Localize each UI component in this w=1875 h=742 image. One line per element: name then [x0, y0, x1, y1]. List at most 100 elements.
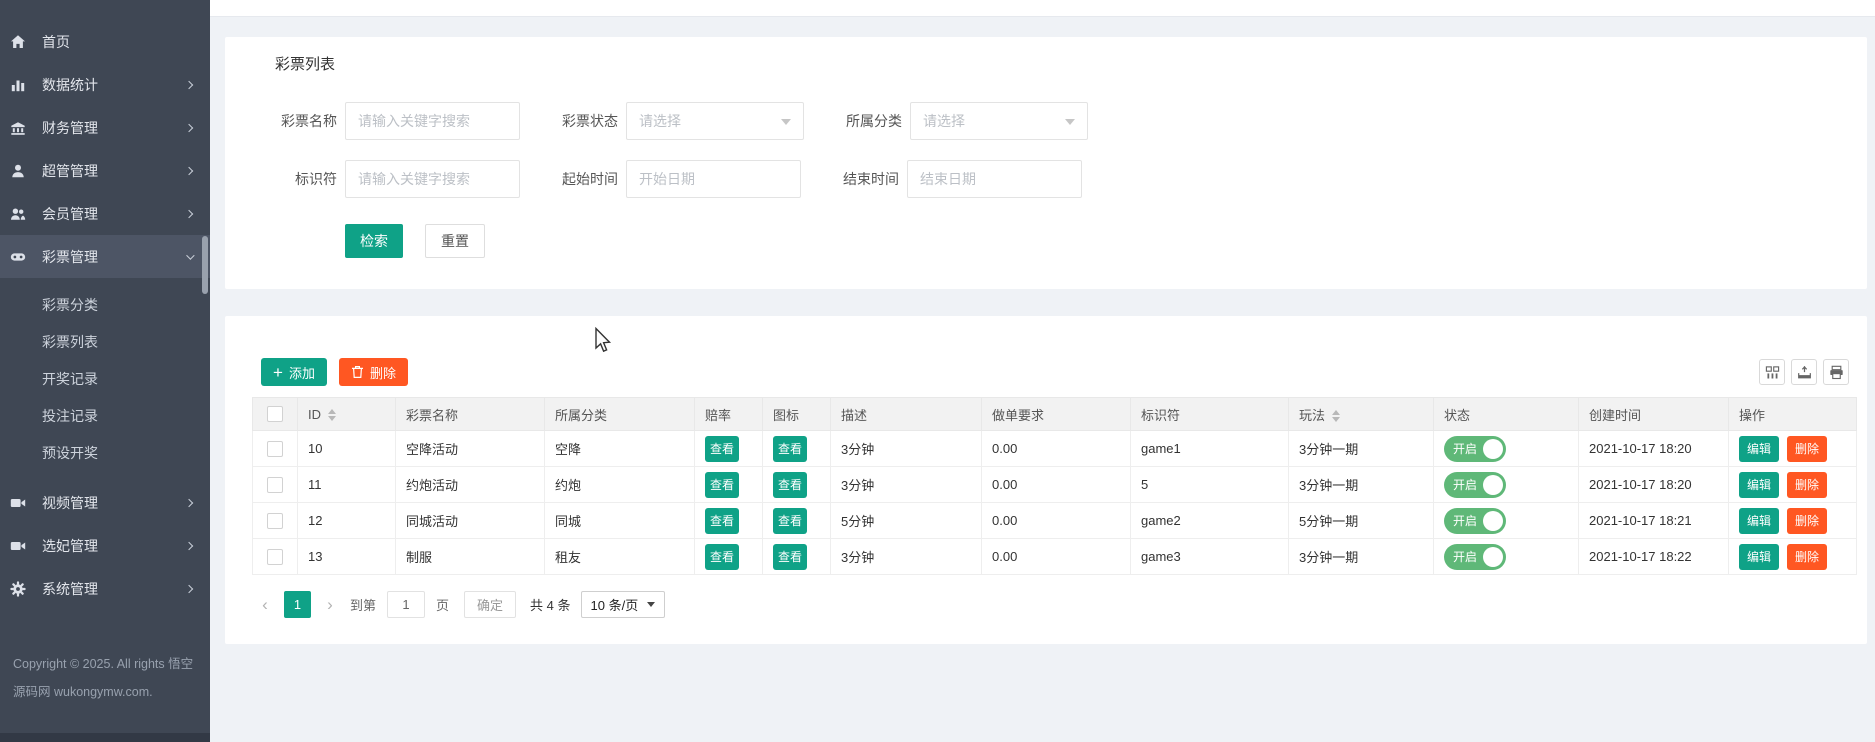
edit-button[interactable]: 编辑: [1739, 472, 1779, 498]
sidebar-item-8[interactable]: 系统管理: [0, 567, 210, 610]
column-header: 玩法: [1289, 398, 1434, 431]
sidebar-item-label: 财务管理: [42, 118, 98, 138]
status-toggle[interactable]: 开启: [1444, 436, 1506, 462]
edit-button[interactable]: 编辑: [1739, 544, 1779, 570]
gear-icon: [10, 581, 26, 597]
row-checkbox[interactable]: [267, 513, 283, 529]
sidebar-subitem-5-3[interactable]: 投注记录: [0, 397, 210, 434]
goto-confirm-button[interactable]: 确定: [464, 591, 516, 618]
copyright-line-2: 源码网 wukongymw.com.: [13, 678, 205, 706]
view-icon-button[interactable]: 查看: [773, 544, 807, 570]
row-delete-button[interactable]: 删除: [1787, 544, 1827, 570]
next-page-button[interactable]: ›: [317, 592, 343, 618]
cell-created: 2021-10-17 18:20: [1579, 467, 1729, 503]
sidebar-item-5[interactable]: 彩票管理: [0, 235, 210, 278]
cell-id: 12: [298, 503, 396, 539]
dropdown-caret-icon: [781, 119, 791, 125]
view-icon-button[interactable]: 查看: [773, 472, 807, 498]
date-field[interactable]: [626, 160, 801, 198]
add-button[interactable]: + 添加: [261, 358, 327, 386]
sort-icon[interactable]: [1332, 410, 1340, 422]
status-toggle[interactable]: 开启: [1444, 472, 1506, 498]
row-delete-button[interactable]: 删除: [1787, 508, 1827, 534]
print-icon[interactable]: [1823, 359, 1849, 385]
row-checkbox[interactable]: [267, 441, 283, 457]
sidebar-item-4[interactable]: 会员管理: [0, 192, 210, 235]
current-page-button[interactable]: 1: [284, 591, 311, 618]
cell-category: 租友: [545, 539, 695, 575]
sidebar-item-label: 首页: [42, 32, 70, 52]
text-field[interactable]: [345, 102, 520, 140]
cell-name: 同城活动: [396, 503, 545, 539]
view-odds-button[interactable]: 查看: [705, 472, 739, 498]
cell-description: 3分钟: [831, 467, 982, 503]
page-size-select[interactable]: 10 条/页: [581, 591, 666, 618]
sidebar-subitem-5-1[interactable]: 彩票列表: [0, 323, 210, 360]
table-card: + 添加 删除 ID彩票名称所属分类赔率图标描述做单要求标识符玩法状态创: [225, 316, 1867, 644]
goto-suffix-label: 页: [436, 595, 449, 614]
date-field[interactable]: [907, 160, 1082, 198]
cell-category: 同城: [545, 503, 695, 539]
sidebar-scrollbar-thumb[interactable]: [202, 236, 208, 294]
sidebar-item-1[interactable]: 数据统计: [0, 63, 210, 106]
reset-button[interactable]: 重置: [425, 224, 485, 258]
view-odds-button[interactable]: 查看: [705, 436, 739, 462]
stats-icon: [10, 77, 26, 93]
search-card: 彩票列表 彩票名称彩票状态请选择所属分类请选择标识符起始时间结束时间 检索 重置: [225, 37, 1867, 289]
sidebar-item-3[interactable]: 超管管理: [0, 149, 210, 192]
edit-button[interactable]: 编辑: [1739, 436, 1779, 462]
sidebar-item-6[interactable]: 视频管理: [0, 481, 210, 524]
view-odds-button[interactable]: 查看: [705, 544, 739, 570]
cell-identifier: game3: [1131, 539, 1289, 575]
field-label: 起始时间: [556, 169, 618, 189]
delete-button[interactable]: 删除: [339, 358, 408, 386]
export-icon[interactable]: [1791, 359, 1817, 385]
form-group: 彩票名称: [275, 102, 520, 140]
main-content: 彩票列表 彩票名称彩票状态请选择所属分类请选择标识符起始时间结束时间 检索 重置…: [210, 17, 1875, 742]
column-header: ID: [298, 398, 396, 431]
plus-icon: +: [273, 364, 283, 381]
row-delete-button[interactable]: 删除: [1787, 472, 1827, 498]
search-button[interactable]: 检索: [345, 224, 403, 258]
sidebar-item-7[interactable]: 选妃管理: [0, 524, 210, 567]
view-odds-button[interactable]: 查看: [705, 508, 739, 534]
cell-id: 13: [298, 539, 396, 575]
chevron-right-icon: [185, 80, 193, 88]
table-tool-icons: [1759, 359, 1849, 385]
prev-page-button[interactable]: ‹: [252, 592, 278, 618]
cell-identifier: 5: [1131, 467, 1289, 503]
chevron-right-icon: [185, 123, 193, 131]
select-field[interactable]: 请选择: [910, 102, 1088, 140]
chevron-right-icon: [185, 584, 193, 592]
members-icon: [10, 206, 26, 222]
select-all-checkbox[interactable]: [267, 406, 283, 422]
row-checkbox[interactable]: [267, 549, 283, 565]
form-group: 标识符: [275, 160, 520, 198]
cell-play: 3分钟一期: [1289, 539, 1434, 575]
sidebar-subitem-5-2[interactable]: 开奖记录: [0, 360, 210, 397]
select-field[interactable]: 请选择: [626, 102, 804, 140]
view-icon-button[interactable]: 查看: [773, 508, 807, 534]
view-icon-button[interactable]: 查看: [773, 436, 807, 462]
table-header-row: ID彩票名称所属分类赔率图标描述做单要求标识符玩法状态创建时间操作: [253, 398, 1857, 431]
sort-icon[interactable]: [328, 409, 336, 421]
row-delete-button[interactable]: 删除: [1787, 436, 1827, 462]
cell-category: 空降: [545, 431, 695, 467]
filter-columns-icon[interactable]: [1759, 359, 1785, 385]
sidebar-item-0[interactable]: 首页: [0, 20, 210, 63]
sidebar-item-2[interactable]: 财务管理: [0, 106, 210, 149]
data-table: ID彩票名称所属分类赔率图标描述做单要求标识符玩法状态创建时间操作10空降活动空…: [252, 397, 1857, 575]
page-title: 彩票列表: [275, 53, 1847, 74]
cell-requirement: 0.00: [982, 467, 1131, 503]
column-header: 操作: [1729, 398, 1857, 431]
cell-description: 5分钟: [831, 503, 982, 539]
edit-button[interactable]: 编辑: [1739, 508, 1779, 534]
text-field[interactable]: [345, 160, 520, 198]
status-toggle[interactable]: 开启: [1444, 508, 1506, 534]
row-checkbox[interactable]: [267, 477, 283, 493]
cell-name: 约炮活动: [396, 467, 545, 503]
status-toggle[interactable]: 开启: [1444, 544, 1506, 570]
goto-page-input[interactable]: [387, 591, 425, 618]
sidebar-subitem-5-0[interactable]: 彩票分类: [0, 286, 210, 323]
sidebar-subitem-5-4[interactable]: 预设开奖: [0, 434, 210, 471]
